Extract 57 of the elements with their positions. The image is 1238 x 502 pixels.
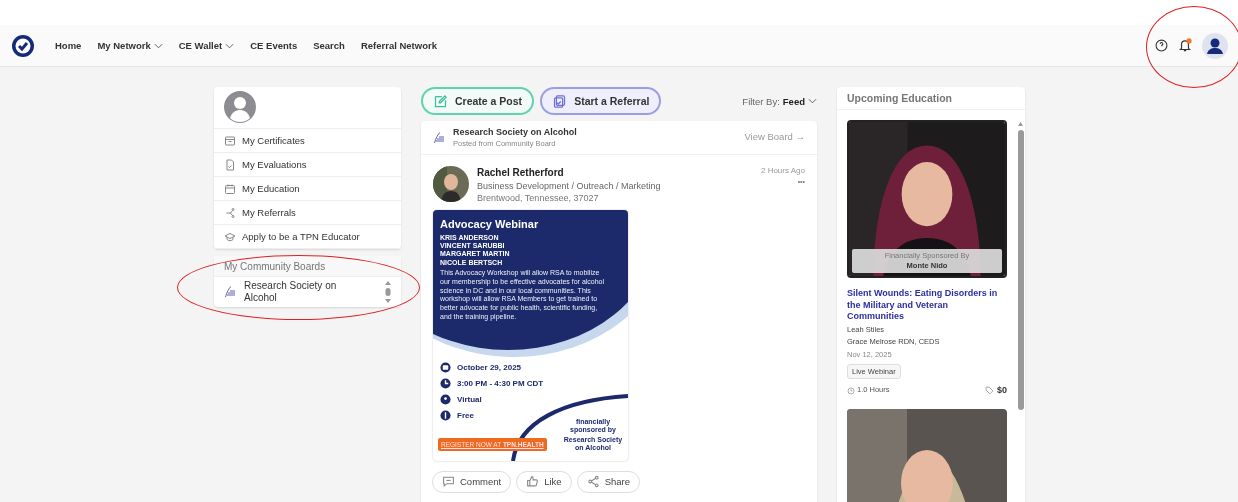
filter-dropdown[interactable]: Filter By: Feed bbox=[742, 95, 817, 107]
tray-icon bbox=[224, 134, 236, 147]
nav-link[interactable]: CE Wallet bbox=[178, 40, 235, 51]
chevron-icon bbox=[808, 98, 817, 104]
bell-icon[interactable] bbox=[1178, 38, 1192, 53]
clock-icon bbox=[847, 386, 855, 395]
course-title[interactable]: Silent Wounds: Eating Disorders in the Military and Veteran Communities bbox=[847, 288, 1007, 324]
post-action-button[interactable]: Share bbox=[576, 470, 640, 493]
post-action-button[interactable]: Comment bbox=[432, 470, 512, 493]
logo-icon[interactable] bbox=[11, 33, 35, 58]
sidebar-item[interactable]: My Certificates bbox=[214, 129, 401, 153]
author-name: Rachel Retherford bbox=[477, 166, 565, 180]
location-pin-icon bbox=[440, 394, 451, 406]
document-icon bbox=[224, 158, 236, 171]
scrollbar[interactable] bbox=[1017, 120, 1024, 410]
edit-icon bbox=[433, 93, 448, 109]
share-icon bbox=[586, 475, 600, 489]
society-logo bbox=[433, 130, 445, 145]
event-detail: October 29, 2025 bbox=[457, 363, 522, 373]
graduation-cap-icon bbox=[224, 230, 236, 243]
society-logo bbox=[224, 285, 236, 299]
action-button[interactable]: Create a Post bbox=[421, 87, 535, 115]
nav-link[interactable]: Referral Network bbox=[360, 40, 437, 51]
post-action-button[interactable]: Like bbox=[516, 470, 572, 493]
scrollbar[interactable] bbox=[385, 280, 391, 304]
flyer-title: Advocacy Webinar bbox=[440, 216, 540, 232]
thumbs-up-icon bbox=[526, 475, 540, 489]
clipboard-icon bbox=[552, 93, 568, 109]
event-detail: Virtual bbox=[457, 395, 482, 405]
nav-link[interactable]: Search bbox=[313, 40, 345, 51]
avatar-placeholder bbox=[224, 91, 256, 123]
board-item[interactable]: Research Society on Alcohol bbox=[214, 276, 401, 307]
board-name: Research Society on Alcohol bbox=[453, 126, 577, 139]
section-title: Upcoming Education bbox=[837, 87, 1025, 110]
sidebar-item[interactable]: My Evaluations bbox=[214, 153, 401, 177]
comment-icon bbox=[442, 475, 455, 489]
user-avatar[interactable] bbox=[1202, 32, 1228, 59]
event-detail: 3:00 PM - 4:30 PM CDT bbox=[457, 379, 544, 389]
author-role: Business Development / Outreach / Marketing bbox=[477, 179, 661, 192]
nav-link[interactable]: My Network bbox=[97, 40, 163, 51]
section-title: My Community Boards bbox=[214, 256, 401, 276]
help-icon bbox=[1155, 39, 1168, 52]
clock-icon bbox=[440, 378, 451, 390]
author-location: Brentwood, Tennessee, 37027 bbox=[477, 191, 600, 204]
action-button[interactable]: Start a Referral bbox=[540, 87, 662, 115]
sidebar-item[interactable]: My Education bbox=[214, 177, 401, 201]
calendar-icon bbox=[224, 182, 236, 195]
nav-link[interactable]: Home bbox=[55, 40, 82, 51]
event-detail: Free bbox=[457, 411, 474, 421]
nav-link[interactable]: CE Events bbox=[250, 40, 298, 51]
calendar-icon bbox=[440, 362, 451, 374]
tag-icon bbox=[985, 386, 994, 395]
post-time: 2 Hours Ago bbox=[760, 166, 805, 177]
sidebar-item[interactable]: My Referrals bbox=[214, 201, 401, 225]
sparkle-icon bbox=[224, 206, 236, 219]
course-price: $0 bbox=[997, 384, 1007, 397]
sidebar-item[interactable]: Apply to be a TPN Educator bbox=[214, 225, 401, 249]
